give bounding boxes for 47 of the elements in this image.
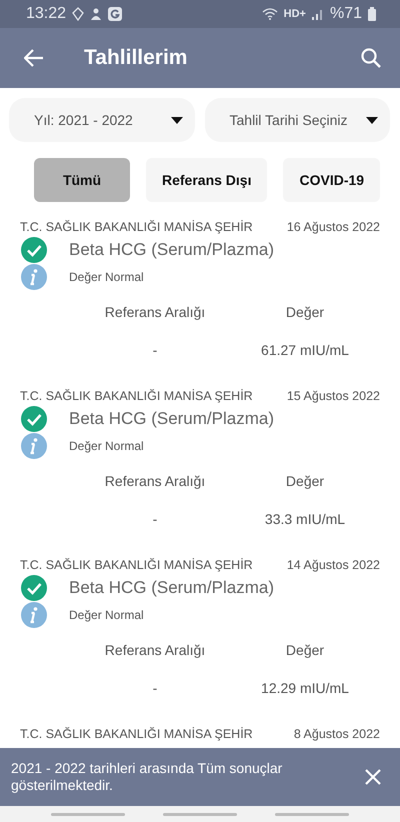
tag-icon: [72, 7, 84, 21]
clock-time: 13:22: [26, 5, 66, 23]
result-note: Değer Normal: [69, 270, 144, 284]
filter-tab[interactable]: Referans Dışı: [146, 158, 268, 202]
result-date: 14 Ağustos 2022: [286, 558, 380, 572]
dropdown[interactable]: Yıl: 2021 - 2022: [9, 98, 194, 142]
info-icon: [21, 602, 47, 628]
person-icon: [90, 7, 102, 21]
reference-range: -: [152, 511, 158, 527]
reference-range: -: [152, 680, 158, 696]
column-label: Referans Aralığı: [104, 303, 206, 320]
network-label: HD+: [284, 8, 306, 20]
filter-tab[interactable]: Tümü: [34, 158, 130, 202]
result-date: 16 Ağustos 2022: [286, 220, 380, 234]
column-label: Değer: [284, 303, 326, 320]
filter-tab[interactable]: COVID-19: [283, 158, 380, 202]
column-label: Değer: [284, 641, 326, 658]
result-note: Değer Normal: [69, 438, 144, 452]
caret-icon: [366, 116, 378, 124]
institution-name: T.C. SAĞLIK BAKANLIĞI MANİSA ŞEHİR: [20, 389, 253, 403]
battery-percent: %71: [330, 5, 362, 23]
test-name: Beta HCG (Serum/Plazma): [69, 408, 274, 428]
signal-icon: [312, 8, 324, 20]
result-date: 8 Ağustos 2022: [294, 727, 380, 741]
info-icon: [21, 432, 47, 458]
letter-tile-icon: [108, 7, 122, 21]
dropdown[interactable]: Tahlil Tarihi Seçiniz: [204, 98, 390, 142]
result-value: 61.27 mIU/mL: [260, 342, 350, 358]
institution-name: T.C. SAĞLIK BAKANLIĞI MANİSA ŞEHİR: [20, 727, 253, 741]
institution-name: T.C. SAĞLIK BAKANLIĞI MANİSA ŞEHİR: [20, 220, 253, 234]
test-name: Beta HCG (Serum/Plazma): [69, 578, 274, 598]
reference-range: -: [152, 342, 158, 358]
snackbar-message: 2021 - 2022 tarihleri arasında Tüm sonuçlar gösterilmektedir.: [11, 760, 284, 794]
institution-name: T.C. SAĞLIK BAKANLIĞI MANİSA ŞEHİR: [20, 558, 253, 572]
test-name: Beta HCG (Serum/Plazma): [69, 240, 274, 260]
result-date: 15 Ağustos 2022: [286, 389, 380, 403]
result-note: Değer Normal: [69, 608, 144, 622]
battery-icon: [368, 7, 376, 21]
result-value: 33.3 mIU/mL: [264, 511, 346, 527]
info-icon: [21, 264, 47, 290]
caret-icon: [170, 116, 182, 124]
column-label: Referans Aralığı: [104, 641, 206, 658]
wifi-icon: [262, 8, 278, 20]
result-value: 12.29 mIU/mL: [260, 680, 350, 696]
screen-title: Tahlillerim: [84, 46, 188, 70]
column-label: Değer: [284, 472, 326, 489]
column-label: Referans Aralığı: [104, 472, 206, 489]
